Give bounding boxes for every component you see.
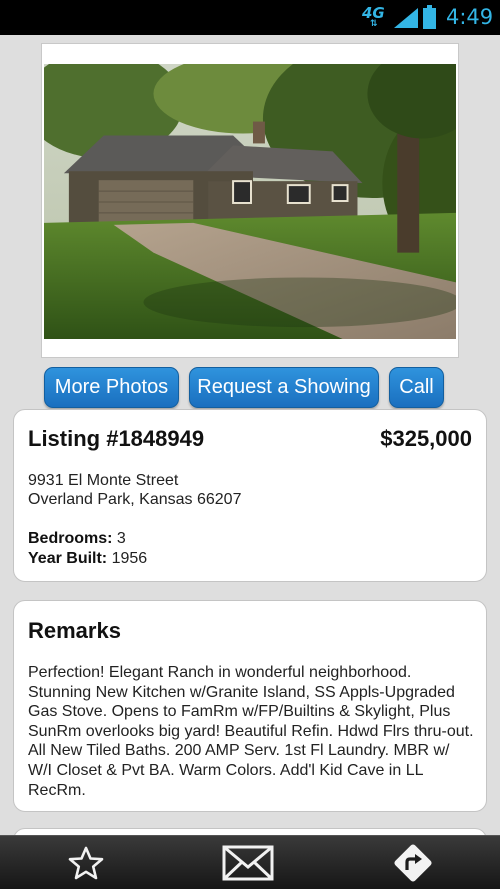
bedrooms-value: 3 <box>112 530 126 547</box>
signal-strength-icon <box>394 8 418 28</box>
remarks-title: Remarks <box>28 618 121 643</box>
data-activity-icon: ⇅ <box>370 19 378 29</box>
email-button[interactable] <box>203 836 293 889</box>
listing-price: $325,000 <box>380 426 472 451</box>
listing-card: Listing #1848949 $325,000 9931 El Monte … <box>13 409 487 582</box>
envelope-icon <box>222 845 274 881</box>
bedrooms-label: Bedrooms: <box>28 530 113 547</box>
remarks-text: Perfection! Elegant Ranch in wonderful n… <box>28 664 474 799</box>
listing-title: Listing #1848949 <box>28 426 205 451</box>
battery-icon <box>423 5 436 29</box>
address-street: 9931 El Monte Street <box>28 472 179 489</box>
network-indicator: 4G ⇅ <box>362 4 385 29</box>
bedrooms-row: Bedrooms: 3 <box>28 530 126 548</box>
year-built-row: Year Built: 1956 <box>28 550 147 568</box>
star-icon <box>68 846 104 880</box>
year-built-value: 1956 <box>107 550 148 567</box>
more-photos-button[interactable]: More Photos <box>44 367 179 408</box>
status-bar: 4G ⇅ 4:49 <box>0 0 500 35</box>
property-photo[interactable] <box>44 64 456 339</box>
directions-button[interactable] <box>368 836 458 889</box>
favorite-button[interactable] <box>41 836 131 889</box>
property-photo-frame[interactable] <box>41 43 459 358</box>
request-showing-button[interactable]: Request a Showing <box>189 367 379 408</box>
clock: 4:49 <box>446 5 494 29</box>
call-button[interactable]: Call <box>389 367 444 408</box>
remarks-card: Remarks Perfection! Elegant Ranch in won… <box>13 600 487 812</box>
bottom-action-bar <box>0 835 500 889</box>
year-built-label: Year Built: <box>28 550 108 567</box>
directions-icon <box>394 844 432 882</box>
address-city: Overland Park, Kansas 66207 <box>28 491 242 508</box>
